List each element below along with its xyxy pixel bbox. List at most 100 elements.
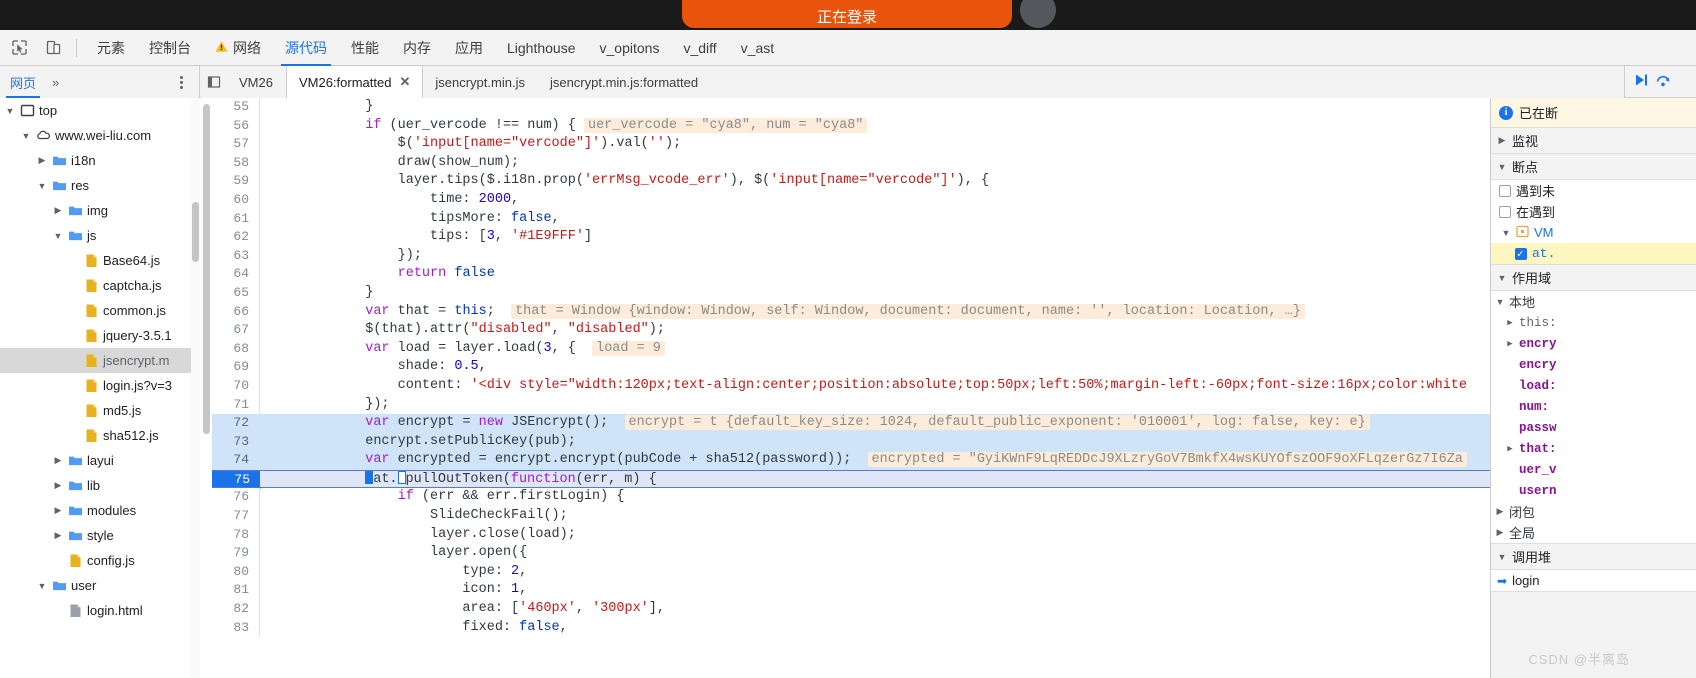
device-toolbar-icon[interactable]	[38, 33, 68, 63]
file-tree-item[interactable]: Base64.js	[0, 248, 199, 273]
scope-local-header[interactable]: ▼ 本地	[1491, 291, 1696, 312]
line-number[interactable]: 74	[212, 451, 260, 470]
code-text[interactable]: tipsMore: false,	[260, 210, 1490, 229]
code-text[interactable]: }	[260, 98, 1490, 117]
code-line[interactable]: 76 if (err && err.firstLogin) {	[212, 488, 1490, 508]
chevron-right-icon[interactable]: ▶	[36, 155, 48, 167]
code-line[interactable]: 56 if (uer_vercode !== num) { uer_vercod…	[212, 116, 1490, 136]
code-line[interactable]: 71 });	[212, 395, 1490, 415]
code-text[interactable]: var encrypted = encrypt.encrypt(pubCode …	[260, 451, 1490, 470]
line-number[interactable]: 64	[212, 265, 260, 284]
code-line[interactable]: 78 layer.close(load);	[212, 525, 1490, 545]
callstack-pane-header[interactable]: ▼ 调用堆	[1491, 544, 1696, 570]
line-number[interactable]: 75	[212, 470, 268, 489]
code-line[interactable]: 68 var load = layer.load(3, { load = 9	[212, 339, 1490, 359]
tab-elements[interactable]: 元素	[85, 30, 137, 66]
line-number[interactable]: 79	[212, 544, 260, 563]
code-line[interactable]: 83 fixed: false,	[212, 618, 1490, 638]
scope-variable-row[interactable]: ▶ this:	[1491, 312, 1696, 333]
code-text[interactable]: return false	[260, 265, 1490, 284]
line-number[interactable]: 61	[212, 209, 260, 229]
line-number[interactable]: 72	[212, 414, 260, 433]
checkbox[interactable]	[1515, 247, 1527, 261]
code-text[interactable]: layer.tips($.i18n.prop('errMsg_vcode_err…	[260, 172, 1490, 191]
file-tree-item[interactable]: ▶ lib	[0, 473, 199, 498]
code-text[interactable]: layer.open({	[260, 544, 1490, 563]
source-code-editor[interactable]: 55 } 56 if (uer_vercode !== num) { uer_ve…	[201, 98, 1490, 678]
code-text[interactable]: shade: 0.5,	[260, 358, 1490, 377]
scope-variable-row[interactable]: ▶num:	[1491, 396, 1696, 417]
close-icon[interactable]: ✕	[399, 74, 410, 90]
scope-variable-row[interactable]: ▶load:	[1491, 375, 1696, 396]
scope-variable-row[interactable]: ▶ that:	[1491, 438, 1696, 459]
step-over-icon[interactable]	[1655, 72, 1671, 91]
tab-performance[interactable]: 性能	[339, 30, 391, 66]
line-number[interactable]: 83	[212, 618, 260, 638]
code-text[interactable]: var load = layer.load(3, { load = 9	[260, 340, 1490, 359]
code-text[interactable]: if (err && err.firstLogin) {	[260, 488, 1490, 507]
navigator-scrollbar[interactable]	[191, 98, 200, 678]
code-text[interactable]: }	[260, 284, 1490, 303]
code-text[interactable]: $(that).attr("disabled", "disabled");	[260, 321, 1490, 340]
code-line[interactable]: 69 shade: 0.5,	[212, 358, 1490, 377]
scope-global-header[interactable]: ▶ 全局	[1491, 522, 1696, 543]
file-tree-item[interactable]: ▼ www.wei-liu.com	[0, 123, 199, 148]
file-tree-item[interactable]: login.html	[0, 598, 199, 623]
code-line[interactable]: 59 layer.tips($.i18n.prop('errMsg_vcode_…	[212, 172, 1490, 191]
file-tree-item[interactable]: jquery-3.5.1	[0, 323, 199, 348]
code-text[interactable]: });	[260, 396, 1490, 415]
file-tree-item[interactable]: md5.js	[0, 398, 199, 423]
code-text[interactable]: fixed: false,	[260, 619, 1490, 638]
code-text[interactable]: encrypt.setPublicKey(pub);	[260, 432, 1490, 452]
file-tree-item[interactable]: jsencrypt.m	[0, 348, 199, 373]
line-number[interactable]: 71	[212, 395, 260, 415]
code-text[interactable]: });	[260, 247, 1490, 266]
file-tree-item[interactable]: ▶ img	[0, 198, 199, 223]
tab-v-ast[interactable]: v_ast	[729, 30, 786, 66]
file-tab-jsencrypt-min[interactable]: jsencrypt.min.js	[423, 66, 538, 98]
callstack-frame[interactable]: ➡ login	[1491, 570, 1696, 591]
file-tab-vm26-formatted[interactable]: VM26:formatted ✕	[285, 66, 424, 98]
more-options-icon[interactable]	[173, 74, 189, 90]
code-lines[interactable]: 55 } 56 if (uer_vercode !== num) { uer_ve…	[212, 98, 1490, 678]
chevron-right-icon[interactable]: ▶	[52, 205, 64, 217]
code-line[interactable]: 55 }	[212, 98, 1490, 117]
line-number[interactable]: 77	[212, 507, 260, 526]
scope-closure-header[interactable]: ▶ 闭包	[1491, 501, 1696, 522]
code-line[interactable]: 74 var encrypted = encrypt.encrypt(pubCo…	[212, 451, 1490, 470]
scope-variable-row[interactable]: ▶encry	[1491, 354, 1696, 375]
line-number[interactable]: 57	[212, 135, 260, 154]
scope-variable-row[interactable]: ▶passw	[1491, 417, 1696, 438]
code-line[interactable]: 61 tipsMore: false,	[212, 209, 1490, 229]
chevron-down-icon[interactable]: ▼	[20, 130, 32, 142]
code-text[interactable]: var that = this; that = Window {window: …	[260, 303, 1490, 322]
navigator-scrollbar-thumb[interactable]	[192, 202, 199, 262]
line-number[interactable]: 73	[212, 432, 260, 452]
scope-variable-row[interactable]: ▶usern	[1491, 480, 1696, 501]
scope-variable-row[interactable]: ▶uer_v	[1491, 459, 1696, 480]
line-number[interactable]: 78	[212, 525, 260, 545]
pause-on-uncaught-exceptions-option[interactable]: 遇到未	[1491, 180, 1696, 201]
checkbox[interactable]	[1499, 205, 1511, 218]
code-text[interactable]: tips: [3, '#1E9FFF']	[260, 228, 1490, 247]
tab-memory[interactable]: 内存	[391, 30, 443, 66]
file-tree-item[interactable]: common.js	[0, 298, 199, 323]
navigator-more-tabs-icon[interactable]: »	[46, 75, 65, 90]
line-number[interactable]: 56	[212, 116, 260, 136]
code-text[interactable]: at. pullOutToken(function(err, m) {	[260, 470, 1490, 488]
tab-application[interactable]: 应用	[443, 30, 495, 66]
editor-scrollbar-thumb[interactable]	[203, 104, 210, 434]
code-text[interactable]: SlideCheckFail();	[260, 507, 1490, 526]
chevron-right-icon[interactable]: ▶	[52, 480, 64, 492]
file-tab-vm26[interactable]: VM26	[227, 66, 286, 98]
file-tree-item[interactable]: ▶ style	[0, 523, 199, 548]
code-line[interactable]: 64 return false	[212, 265, 1490, 284]
file-tree-item[interactable]: config.js	[0, 548, 199, 573]
chevron-right-icon[interactable]: ▶	[52, 455, 64, 467]
code-line[interactable]: 80 type: 2,	[212, 562, 1490, 582]
code-line[interactable]: 58 draw(show_num);	[212, 153, 1490, 173]
code-line[interactable]: 57 $('input[name="vercode"]').val('');	[212, 135, 1490, 154]
line-number[interactable]: 58	[212, 153, 260, 173]
breakpoint-group-vm[interactable]: ▼ VM	[1491, 222, 1696, 243]
code-text[interactable]: if (uer_vercode !== num) { uer_vercode =…	[260, 117, 1490, 136]
